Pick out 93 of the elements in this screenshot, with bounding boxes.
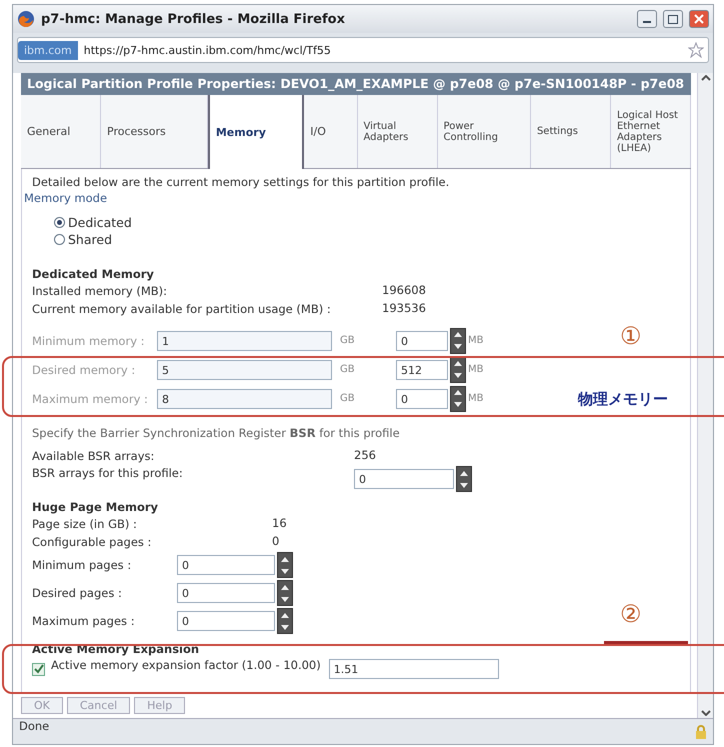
bsr-input[interactable]: 0 xyxy=(354,469,454,489)
factor-input[interactable]: 1.51 xyxy=(328,659,499,679)
spinner-control[interactable] xyxy=(450,328,466,354)
lock-icon xyxy=(695,724,707,738)
up-arrow-icon xyxy=(281,584,289,590)
spinner-control[interactable] xyxy=(450,356,466,382)
section-heading: Huge Page Memory xyxy=(32,500,158,514)
tab[interactable]: Settings xyxy=(530,95,611,168)
info-label: Installed memory (MB): xyxy=(32,284,168,298)
minimize-button[interactable] xyxy=(637,10,657,28)
url-text: https://p7-hmc.austin.ibm.com/hmc/wcl/Tf55 xyxy=(84,44,332,56)
gb-input[interactable]: 1 xyxy=(157,330,332,350)
tab[interactable]: Processors xyxy=(101,95,208,168)
annotation-label: 物理メモリー xyxy=(578,390,668,409)
unit-label: GB xyxy=(340,335,356,346)
scroll-down-icon[interactable] xyxy=(700,710,710,716)
info-label: Available BSR arrays: xyxy=(32,449,156,463)
spinner-control[interactable] xyxy=(456,466,472,492)
close-icon xyxy=(694,14,704,24)
info-value: 196608 xyxy=(382,283,426,297)
section-label: Memory mode xyxy=(24,191,108,205)
mb-input[interactable]: 0 xyxy=(396,330,448,350)
info-value: 0 xyxy=(272,534,280,548)
down-arrow-icon xyxy=(460,482,468,488)
up-arrow-icon xyxy=(460,470,468,476)
window-title: p7-hmc: Manage Profiles - Mozilla Firefox xyxy=(41,12,346,26)
down-arrow-icon xyxy=(454,344,462,349)
tab[interactable]: Logical Host Ethernet Adapters (LHEA) xyxy=(610,95,692,168)
down-arrow-icon xyxy=(454,373,462,378)
field-label: Minimum pages : xyxy=(32,558,132,572)
status-text: Done xyxy=(19,719,50,733)
checkbox[interactable] xyxy=(32,662,45,676)
browser-logo-icon xyxy=(17,10,35,28)
info-label: Page size (in GB) : xyxy=(32,517,138,531)
checkbox-label: Active memory expansion factor (1.00 - 10.00) xyxy=(51,658,321,672)
pages-input[interactable]: 0 xyxy=(177,611,275,631)
tab[interactable]: General xyxy=(21,95,102,168)
star-icon[interactable] xyxy=(688,42,704,58)
tab[interactable]: I/O xyxy=(304,95,358,168)
annotation-number: ① xyxy=(620,322,642,350)
down-arrow-icon xyxy=(281,596,289,602)
unit-label: MB xyxy=(468,364,484,375)
site-identity-label: ibm.com xyxy=(18,40,78,60)
spinner-control[interactable] xyxy=(277,580,293,606)
radio-label: Shared xyxy=(68,232,112,247)
unit-label: GB xyxy=(340,364,356,375)
tab[interactable]: Memory xyxy=(208,95,304,169)
unit-label: GB xyxy=(340,393,356,404)
field-label: BSR arrays for this profile: xyxy=(32,466,184,480)
up-arrow-icon xyxy=(281,556,289,562)
mb-input[interactable]: 0 xyxy=(396,388,448,408)
spinner-control[interactable] xyxy=(450,386,466,412)
unit-label: MB xyxy=(468,393,484,404)
up-arrow-icon xyxy=(281,612,289,618)
up-arrow-icon xyxy=(454,332,462,337)
pages-input[interactable]: 0 xyxy=(177,555,275,575)
gb-input[interactable]: 5 xyxy=(157,360,332,380)
field-label: Desired memory : xyxy=(32,362,136,376)
address-field[interactable]: ibm.com https://p7-hmc.austin.ibm.com/hmc/wcl/Tf55 xyxy=(17,37,709,63)
field-label: Maximum memory : xyxy=(32,392,149,406)
down-arrow-icon xyxy=(281,624,289,630)
up-arrow-icon xyxy=(454,361,462,366)
down-arrow-icon xyxy=(281,568,289,574)
info-label: Configurable pages : xyxy=(32,535,152,549)
info-label: Current memory available for partition usage (MB) : xyxy=(32,302,332,316)
unit-label: MB xyxy=(468,335,484,346)
close-button[interactable] xyxy=(689,10,709,28)
tab[interactable]: Virtual Adapters xyxy=(358,95,438,168)
info-value: 16 xyxy=(272,516,287,530)
gb-input[interactable]: 8 xyxy=(157,388,332,408)
info-value: 193536 xyxy=(382,301,426,315)
up-arrow-icon xyxy=(454,390,462,395)
dialog-title: Logical Partition Profile Properties: DEVO1_AM_EXAMPLE @ p7e08 @ p7e-SN100148P - p7e08 xyxy=(21,73,691,95)
info-value: 256 xyxy=(354,448,376,462)
spinner-control[interactable] xyxy=(277,608,293,634)
annotation-number: ② xyxy=(620,600,642,628)
section-heading: Dedicated Memory xyxy=(32,267,154,281)
spinner-control[interactable] xyxy=(277,552,293,578)
down-arrow-icon xyxy=(454,402,462,407)
maximize-button[interactable] xyxy=(663,10,683,28)
field-label: Desired pages : xyxy=(32,586,123,600)
bsr-intro-text: Specify the Barrier Synchronization Register BSR for this profile xyxy=(32,426,400,440)
field-label: Maximum pages : xyxy=(32,614,136,628)
field-label: Minimum memory : xyxy=(32,334,146,348)
maximize-icon xyxy=(668,14,678,24)
tab[interactable]: Power Controlling xyxy=(438,95,531,168)
radio-label: Dedicated xyxy=(68,215,132,230)
radio-button[interactable] xyxy=(54,234,65,245)
mb-input[interactable]: 512 xyxy=(396,360,448,380)
radio-button[interactable] xyxy=(54,217,65,228)
scroll-up-icon[interactable] xyxy=(700,75,710,81)
intro-text: Detailed below are the current memory settings for this partition profile. xyxy=(32,175,450,189)
pages-input[interactable]: 0 xyxy=(177,583,275,603)
